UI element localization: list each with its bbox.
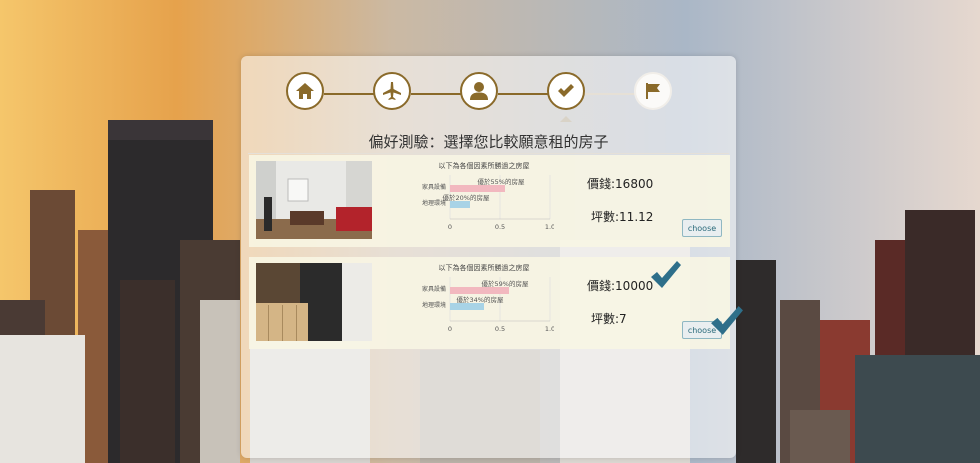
step-connector xyxy=(498,93,548,95)
tick-label: 0.5 xyxy=(495,223,505,231)
tick-label: 0 xyxy=(448,325,452,333)
bar-annotation: 優於59%的房屋 xyxy=(482,279,529,288)
home-icon xyxy=(296,83,314,99)
step-connector xyxy=(411,93,461,95)
step-home[interactable] xyxy=(286,72,324,110)
area-label: 坪數:7 xyxy=(591,312,627,326)
step-connector xyxy=(585,93,635,95)
tick-label: 0.5 xyxy=(495,325,505,333)
step-connector xyxy=(324,93,374,95)
tick-label: 1.0 xyxy=(545,223,554,231)
bar-annotation: 優於34%的房屋 xyxy=(457,295,504,304)
choose-button[interactable]: choose xyxy=(682,219,722,237)
bar-annotation: 優於55%的房屋 xyxy=(478,177,525,186)
tick-label: 0 xyxy=(448,223,452,231)
airplane-icon xyxy=(383,82,401,100)
house-photo xyxy=(256,161,372,239)
chart-svg: 家具設備優於55%的房屋地理環境優於20%的房屋0 0.5 1.0 xyxy=(422,175,554,231)
price-label: 價錢:16800 xyxy=(587,177,654,191)
category-label: 家具設備 xyxy=(422,285,446,293)
house-option-card: 以下為各個因素所勝過之房屋 家具設備 優於55%的房屋 地理環境 優於20%的房屋 0 0… xyxy=(249,155,730,247)
area-label: 坪數:11.12 xyxy=(591,210,654,224)
step-flag[interactable] xyxy=(634,72,672,110)
factor-chart: 以下為各個因素所勝過之房屋 家具設備 優於55%的房屋 地理環境 優於20%的房屋 0 0… xyxy=(414,159,554,237)
category-label: 地理環境 xyxy=(422,301,446,309)
bar xyxy=(450,185,505,192)
step-airplane[interactable] xyxy=(373,72,411,110)
user-icon xyxy=(470,82,488,100)
check-icon xyxy=(558,84,574,97)
divider xyxy=(248,153,729,154)
progress-steps xyxy=(286,72,676,116)
bar xyxy=(450,303,484,310)
current-step-pointer xyxy=(560,116,572,122)
chart-svg: 家具設備 優於59%的房屋地理環境 優於34%的房屋 0 0.5 1.0 xyxy=(422,277,554,333)
house-photo xyxy=(256,263,372,341)
bar xyxy=(450,201,470,208)
selected-check-icon xyxy=(711,306,743,335)
bar xyxy=(450,287,509,294)
flag-icon xyxy=(646,83,660,99)
page-title: 偏好測驗：選擇您比較願意租的房子 xyxy=(368,133,609,151)
selected-check-icon xyxy=(651,261,681,288)
price-label: 價錢:10000 xyxy=(587,279,654,293)
factor-chart: 以下為各個因素所勝過之房屋 家具設備 優於59%的房屋 地理環境 優於34%的房屋 0 0… xyxy=(414,261,554,339)
step-check[interactable] xyxy=(547,72,585,110)
bar-annotation: 優於20%的房屋 xyxy=(443,193,490,202)
category-label: 家具設備 xyxy=(422,183,446,191)
step-user[interactable] xyxy=(460,72,498,110)
tick-label: 1.0 xyxy=(545,325,554,333)
